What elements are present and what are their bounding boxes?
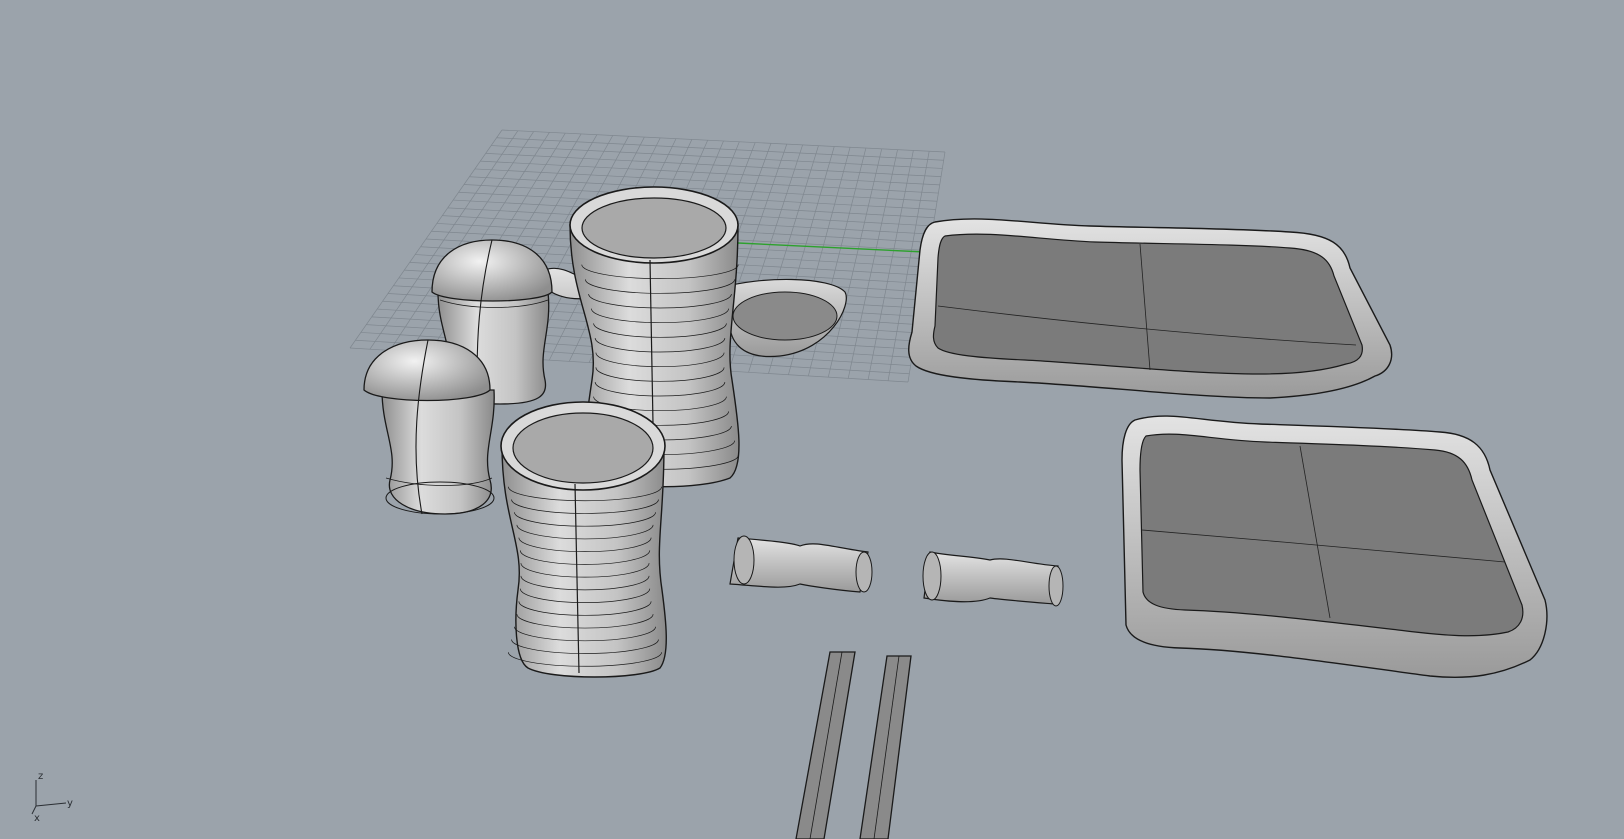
grid-line xyxy=(827,148,883,378)
tray-bottom[interactable] xyxy=(1121,415,1548,678)
grid-line xyxy=(847,149,898,379)
chopstick-rest-right[interactable] xyxy=(922,551,1064,607)
grid-line xyxy=(501,129,946,153)
cup-large-front[interactable] xyxy=(500,401,667,678)
tray-top[interactable] xyxy=(908,218,1393,399)
chopstick-left[interactable] xyxy=(795,651,856,839)
axes-widget: z y x xyxy=(31,771,73,824)
chopstick-rest-left[interactable] xyxy=(729,535,873,593)
z-axis-label: z xyxy=(38,771,43,782)
grid-line xyxy=(867,150,914,380)
shaker-front[interactable] xyxy=(363,339,495,515)
viewport-canvas[interactable]: z y x xyxy=(0,0,1624,839)
y-axis-label: y xyxy=(67,798,73,809)
x-axis-label: x xyxy=(34,813,40,824)
perspective-viewport[interactable]: z y x xyxy=(0,0,1624,839)
y-axis-line xyxy=(737,242,926,253)
chopstick-right[interactable] xyxy=(859,655,912,839)
